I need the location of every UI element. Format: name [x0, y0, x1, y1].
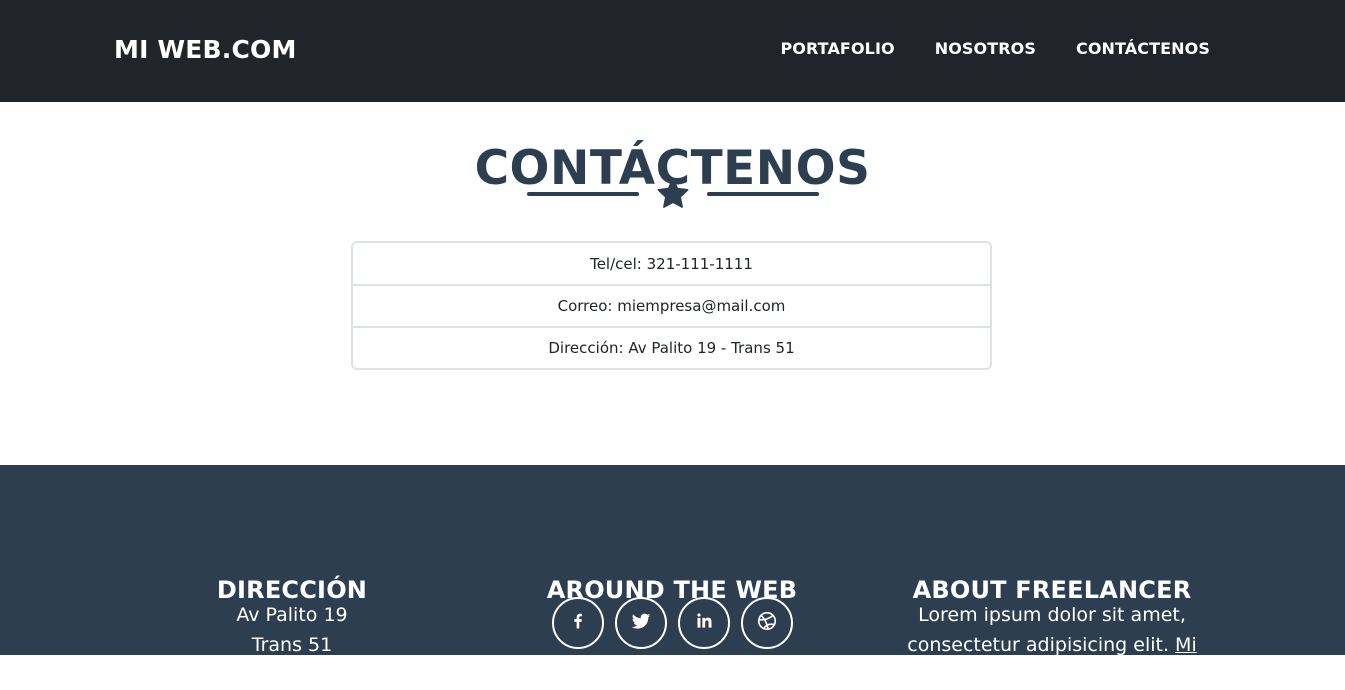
navbar: MI WEB.COM PORTAFOLIO NOSOTROS CONTÁCTEN…: [0, 0, 1345, 102]
nav-links: PORTAFOLIO NOSOTROS CONTÁCTENOS: [780, 38, 1210, 60]
linkedin-icon: [694, 611, 714, 636]
footer-about-description: Lorem ipsum dolor sit amet, consectetur …: [907, 604, 1186, 656]
social-buttons: [502, 597, 842, 649]
nav-link-portafolio[interactable]: PORTAFOLIO: [780, 38, 894, 60]
contact-email: Correo: miempresa@mail.com: [353, 284, 990, 326]
divider-line-left: [526, 192, 639, 196]
footer: DIRECCIÓN Av Palito 19 Trans 51 AROUND T…: [0, 465, 1345, 686]
facebook-icon: [568, 611, 588, 636]
dribbble-button[interactable]: [740, 597, 793, 649]
linkedin-button[interactable]: [677, 597, 730, 649]
footer-address-line1: Av Palito 19: [236, 604, 348, 626]
twitter-button[interactable]: [614, 597, 667, 649]
facebook-button[interactable]: [551, 597, 604, 649]
contact-list: Tel/cel: 321-111-1111 Correo: miempresa@…: [351, 241, 992, 370]
title-divider: [0, 176, 1345, 212]
nav-link-nosotros[interactable]: NOSOTROS: [935, 38, 1036, 60]
footer-address-text: Av Palito 19 Trans 51: [122, 600, 462, 660]
footer-address-line2: Trans 51: [251, 634, 333, 656]
contact-address: Dirección: Av Palito 19 - Trans 51: [353, 326, 990, 368]
contact-phone: Tel/cel: 321-111-1111: [590, 254, 753, 273]
footer-about-text: Lorem ipsum dolor sit amet, consectetur …: [861, 600, 1243, 690]
star-icon: [655, 176, 691, 212]
twitter-icon: [630, 610, 652, 637]
brand-logo[interactable]: MI WEB.COM: [114, 33, 297, 67]
dribbble-icon: [756, 610, 778, 637]
nav-link-contactenos[interactable]: CONTÁCTENOS: [1076, 38, 1210, 60]
divider-line-right: [706, 192, 819, 196]
